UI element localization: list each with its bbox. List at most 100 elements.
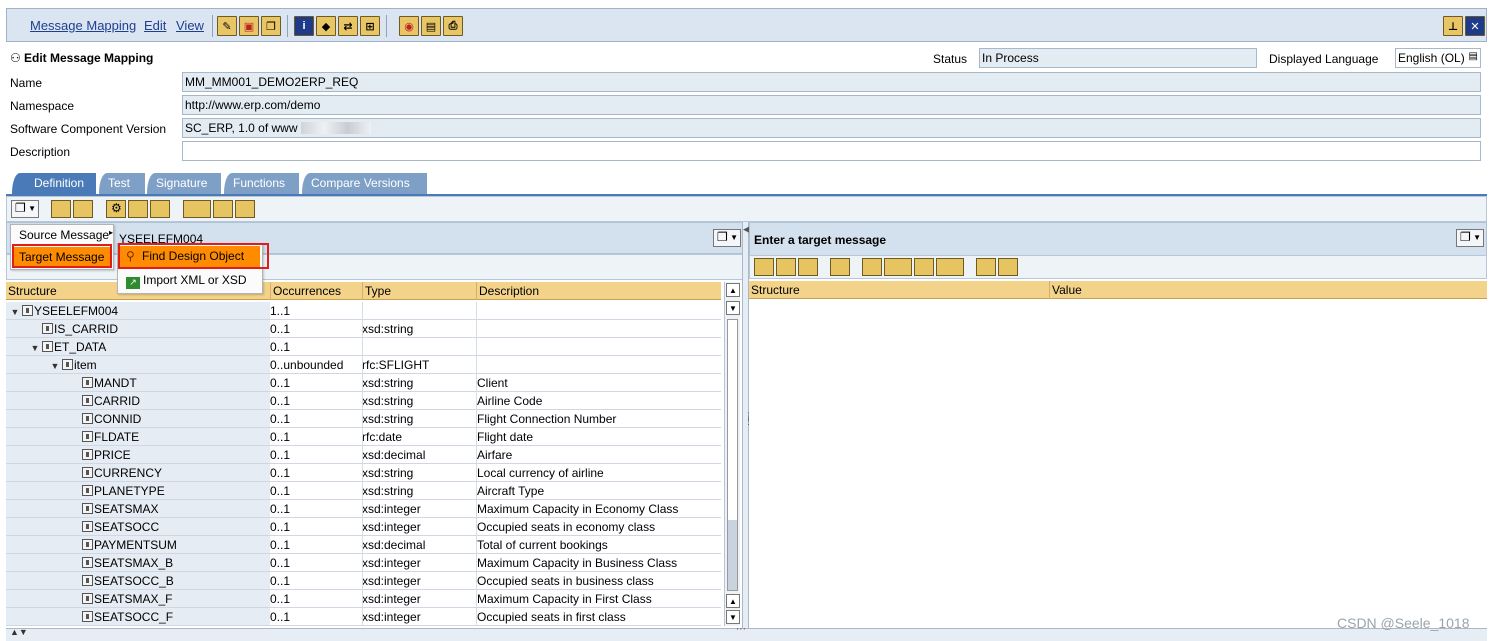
structure-cell[interactable]: SEATSMAX_B <box>6 554 270 571</box>
structure-cell[interactable]: SEATSOCC <box>6 518 270 535</box>
document-icon[interactable] <box>128 200 148 218</box>
table-row[interactable]: SEATSMAX_F 0..1 xsd:integer Maximum Capacit… <box>6 590 721 608</box>
structure-cell[interactable]: SEATSOCC_F <box>6 608 270 625</box>
splitter-grip-icon[interactable]: ⋯ <box>736 624 746 635</box>
table-row[interactable]: CONNID 0..1 xsd:string Flight Connection Nu… <box>6 410 721 428</box>
structure-cell[interactable]: PRICE <box>6 446 270 463</box>
dependencies-icon[interactable] <box>183 200 211 218</box>
description-input[interactable] <box>182 141 1481 161</box>
table-row[interactable]: SEATSMAX 0..1 xsd:integer Maximum Capacity … <box>6 500 721 518</box>
src-icon[interactable] <box>798 258 818 276</box>
table-row[interactable]: FLDATE 0..1 rfc:date Flight date <box>6 428 721 446</box>
settings-icon[interactable]: ⚙ <box>106 200 126 218</box>
structure-cell[interactable]: PAYMENTSUM <box>6 536 270 553</box>
expand-arrow-icon[interactable]: ▼ <box>28 343 42 353</box>
where-used-icon[interactable]: ⇄ <box>338 16 358 36</box>
menu-message-mapping[interactable]: Message Mapping <box>30 18 136 33</box>
function-icon[interactable] <box>884 258 912 276</box>
table-row[interactable]: IS_CARRID 0..1 xsd:string <box>6 320 721 338</box>
tab-signature[interactable]: Signature <box>147 173 221 195</box>
splitter-grip-icon[interactable]: ⋮ ⋮ <box>744 412 753 426</box>
structure-cell[interactable]: SEATSMAX_F <box>6 590 270 607</box>
table-row[interactable]: SEATSOCC 0..1 xsd:integer Occupied seats in… <box>6 518 721 536</box>
structure-cell[interactable]: ▼ YSEELEFM004 <box>6 302 270 319</box>
structure-cell[interactable]: SEATSMAX <box>6 500 270 517</box>
panel-menu-button[interactable]: ❐ ▼ <box>1456 229 1484 247</box>
dropdown-icon[interactable]: ▤ <box>1469 51 1478 62</box>
tab-compare-versions[interactable]: Compare Versions <box>302 173 427 195</box>
transfer-icon[interactable] <box>998 258 1018 276</box>
language-select[interactable]: English (OL) ▤ <box>1395 48 1481 68</box>
tab-functions[interactable]: Functions <box>224 173 299 195</box>
table-row[interactable]: SEATSMAX_B 0..1 xsd:integer Maximum Capacit… <box>6 554 721 572</box>
table-row[interactable]: SEATSOCC_F 0..1 xsd:integer Occupied seats … <box>6 608 721 626</box>
edit-icon[interactable] <box>914 258 934 276</box>
source-scrollbar[interactable]: ▲ ▼ ▲ ▼ <box>724 282 740 626</box>
col-structure[interactable]: Structure <box>749 281 1049 299</box>
menu-source-message[interactable]: Source Message ▸ <box>11 225 113 245</box>
col-value[interactable]: Value <box>1049 281 1487 299</box>
close-icon[interactable]: ✕ <box>1465 16 1485 36</box>
table-row[interactable]: ▼ item 0..unbounded rfc:SFLIGHT <box>6 356 721 374</box>
edit-pencil-icon[interactable]: ✎ <box>217 16 237 36</box>
structure-cell[interactable]: ▼ item <box>6 356 270 373</box>
table-row[interactable]: ▼ ET_DATA 0..1 <box>6 338 721 356</box>
delete-icon[interactable] <box>73 200 93 218</box>
expand-arrow-icon[interactable]: ▼ <box>48 361 62 371</box>
print-icon[interactable]: ⎙ <box>443 16 463 36</box>
grid-icon[interactable] <box>776 258 796 276</box>
tab-definition[interactable]: Definition <box>12 173 96 195</box>
table-row[interactable]: CURRENCY 0..1 xsd:string Local currency of … <box>6 464 721 482</box>
panel-splitter[interactable]: ◀ ⋮ ⋮ <box>742 222 753 632</box>
table-row[interactable]: CARRID 0..1 xsd:string Airline Code <box>6 392 721 410</box>
scroll-down-icon[interactable]: ▼ <box>726 610 740 624</box>
table-row[interactable]: ▼ YSEELEFM004 1..1 <box>6 302 721 320</box>
expand-arrow-icon[interactable]: ▼ <box>8 307 22 317</box>
expand-icon[interactable]: ▲▼ <box>10 627 28 637</box>
scroll-down-icon[interactable]: ▼ <box>726 301 740 315</box>
table-row[interactable]: PAYMENTSUM 0..1 xsd:decimal Total of curren… <box>6 536 721 554</box>
hierarchy-icon[interactable]: ⊞ <box>360 16 380 36</box>
menu-edit[interactable]: Edit <box>144 18 166 33</box>
insert-icon[interactable] <box>51 200 71 218</box>
menu-import-xml[interactable]: ↗ Import XML or XSD <box>120 270 260 291</box>
info-icon[interactable]: i <box>294 16 314 36</box>
col-type[interactable]: Type <box>362 282 476 300</box>
scroll-up-icon[interactable]: ▲ <box>726 283 740 297</box>
structure-cell[interactable]: CONNID <box>6 410 270 427</box>
structure-cell[interactable]: CARRID <box>6 392 270 409</box>
structure-cell[interactable]: PLANETYPE <box>6 482 270 499</box>
binoculars-icon[interactable] <box>976 258 996 276</box>
save-icon[interactable]: ▣ <box>239 16 259 36</box>
attribute-icon[interactable] <box>862 258 882 276</box>
activate-icon[interactable]: ◆ <box>316 16 336 36</box>
table-row[interactable]: MANDT 0..1 xsd:string Client <box>6 374 721 392</box>
structure-cell[interactable]: MANDT <box>6 374 270 391</box>
menu-view[interactable]: View <box>176 18 204 33</box>
col-description[interactable]: Description <box>476 282 721 300</box>
structure-cell[interactable]: IS_CARRID <box>6 320 270 337</box>
structure-cell[interactable]: FLDATE <box>6 428 270 445</box>
table-icon[interactable]: ▤ <box>421 16 441 36</box>
col-occurrences[interactable]: Occurrences <box>270 282 362 300</box>
filter-icon[interactable] <box>830 258 850 276</box>
structure-cell[interactable]: CURRENCY <box>6 464 270 481</box>
export-icon[interactable] <box>936 258 964 276</box>
table-row[interactable]: PLANETYPE 0..1 xsd:string Aircraft Type <box>6 482 721 500</box>
tree-icon[interactable] <box>754 258 774 276</box>
display-icon[interactable]: ◉ <box>399 16 419 36</box>
structure-menu-button[interactable]: ❐ ▼ <box>11 200 39 218</box>
structure-cell[interactable]: SEATSOCC_B <box>6 572 270 589</box>
table-row[interactable]: PRICE 0..1 xsd:decimal Airfare <box>6 446 721 464</box>
scroll-thumb[interactable] <box>728 520 737 590</box>
structure-cell[interactable]: ▼ ET_DATA <box>6 338 270 355</box>
pin-icon[interactable]: ⊥ <box>1443 16 1463 36</box>
copy-icon[interactable]: ❐ <box>261 16 281 36</box>
table-row[interactable]: SEATSOCC_B 0..1 xsd:integer Occupied seats … <box>6 572 721 590</box>
scroll-track[interactable] <box>727 319 738 591</box>
duplicate-icon[interactable] <box>235 200 255 218</box>
scroll-up-icon[interactable]: ▲ <box>726 594 740 608</box>
move-icon[interactable] <box>213 200 233 218</box>
panel-menu-button[interactable]: ❐ ▼ <box>713 229 741 247</box>
layout-icon[interactable] <box>150 200 170 218</box>
